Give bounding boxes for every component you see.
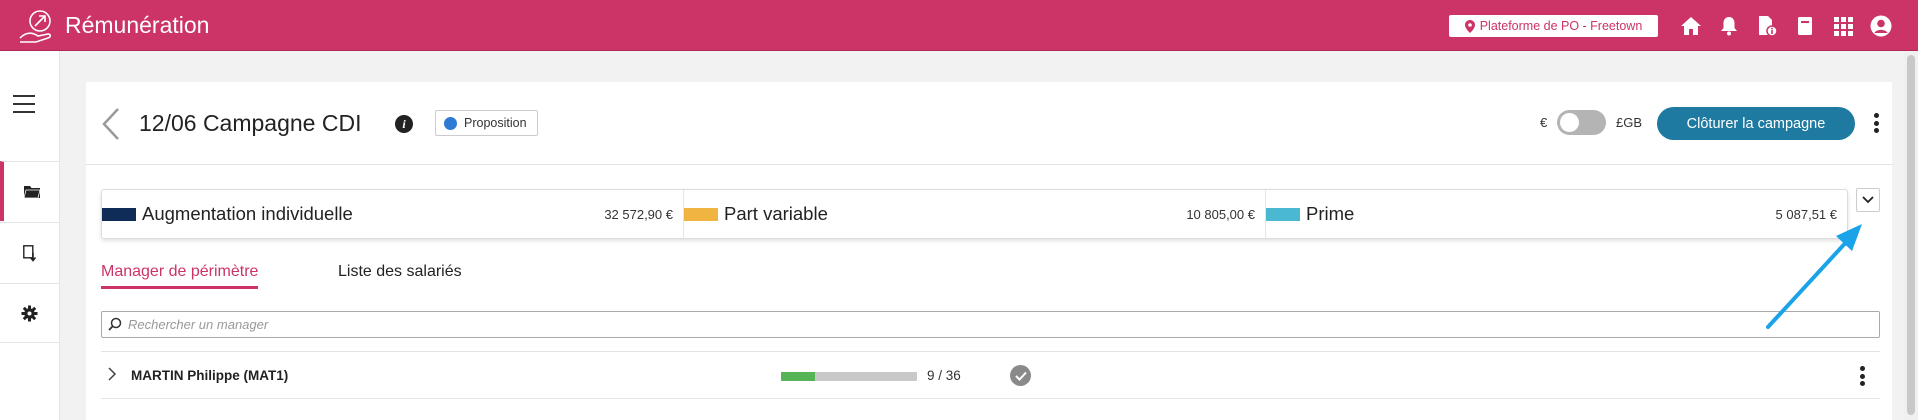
summary-label: Part variable: [724, 203, 828, 224]
legend-swatch: [1266, 208, 1300, 221]
search-icon: [108, 317, 122, 331]
manager-name: MARTIN Philippe (MAT1): [131, 368, 289, 383]
apps-grid-icon[interactable]: [1824, 13, 1862, 39]
document-info-icon[interactable]: [1748, 13, 1786, 39]
status-badge: Proposition: [435, 110, 538, 136]
back-arrow-icon[interactable]: [100, 107, 122, 141]
chevron-down-icon: [1862, 196, 1874, 204]
header-more-icon[interactable]: [1873, 113, 1879, 133]
page-scrollbar[interactable]: [1904, 51, 1918, 420]
platform-label: Plateforme de PO - Freetown: [1479, 19, 1643, 33]
check-circle-icon: [1010, 365, 1031, 386]
legend-swatch: [102, 208, 136, 221]
sidebar-item-settings[interactable]: [0, 283, 59, 343]
status-dot: [444, 116, 457, 130]
budget-summary: Augmentation individuelle 32 572,90 € Pa…: [101, 189, 1848, 239]
campaign-header: 12/06 Campagne CDI i Proposition € £GB C…: [86, 82, 1892, 165]
sidebar-item-campaigns[interactable]: [0, 161, 59, 221]
platform-selector[interactable]: Plateforme de PO - Freetown: [1449, 15, 1658, 37]
hand-with-coin-logo-icon[interactable]: [18, 8, 56, 44]
scrollbar-thumb[interactable]: [1907, 55, 1915, 415]
location-pin-icon: [1464, 19, 1475, 33]
sidebar-item-export[interactable]: [0, 222, 59, 283]
app-title: Rémunération: [65, 12, 210, 38]
summary-label: Augmentation individuelle: [142, 203, 353, 224]
currency-gbp-label: £GB: [1616, 115, 1643, 130]
search-placeholder: Rechercher un manager: [128, 317, 269, 332]
close-campaign-button[interactable]: Clôturer la campagne: [1657, 107, 1855, 140]
side-navigation: [0, 51, 60, 420]
summary-bonus: Prime 5 087,51 €: [1266, 190, 1847, 238]
campaign-card: 12/06 Campagne CDI i Proposition € £GB C…: [86, 82, 1892, 420]
page-title: 12/06 Campagne CDI: [139, 110, 362, 136]
summary-amount: 5 087,51 €: [1775, 207, 1837, 222]
currency-euro-label: €: [1540, 115, 1548, 130]
bell-icon[interactable]: [1710, 13, 1748, 39]
manager-search-input[interactable]: Rechercher un manager: [101, 311, 1880, 338]
legend-swatch: [684, 208, 718, 221]
tab-perimeter-manager[interactable]: Manager de périmètre: [101, 263, 259, 289]
chevron-right-icon[interactable]: [107, 367, 117, 381]
progress-bar: [781, 372, 917, 381]
row-more-icon[interactable]: [1859, 366, 1865, 386]
expand-summary-button[interactable]: [1856, 188, 1880, 212]
info-icon[interactable]: i: [395, 115, 413, 133]
tab-employee-list[interactable]: Liste des salariés: [338, 263, 462, 286]
export-document-icon: [22, 244, 36, 262]
home-icon[interactable]: [1672, 13, 1710, 39]
top-bar: Rémunération Plateforme de PO - Freetown: [0, 0, 1918, 51]
summary-individual-raise: Augmentation individuelle 32 572,90 €: [102, 190, 684, 238]
currency-toggle[interactable]: [1557, 110, 1606, 135]
book-icon[interactable]: [1786, 13, 1824, 39]
folder-icon: [23, 186, 40, 198]
summary-label: Prime: [1306, 203, 1355, 224]
summary-amount: 10 805,00 €: [1186, 207, 1255, 222]
status-label: Proposition: [464, 116, 527, 130]
hamburger-menu-icon[interactable]: [13, 95, 35, 113]
summary-variable-part: Part variable 10 805,00 €: [684, 190, 1266, 238]
user-avatar-icon[interactable]: [1862, 13, 1900, 39]
top-icon-bar: [1672, 13, 1900, 39]
manager-row[interactable]: MARTIN Philippe (MAT1) 9 / 36: [101, 351, 1880, 399]
settings-gear-icon: [21, 305, 38, 321]
progress-count: 9 / 36: [927, 368, 961, 383]
summary-amount: 32 572,90 €: [604, 207, 673, 222]
